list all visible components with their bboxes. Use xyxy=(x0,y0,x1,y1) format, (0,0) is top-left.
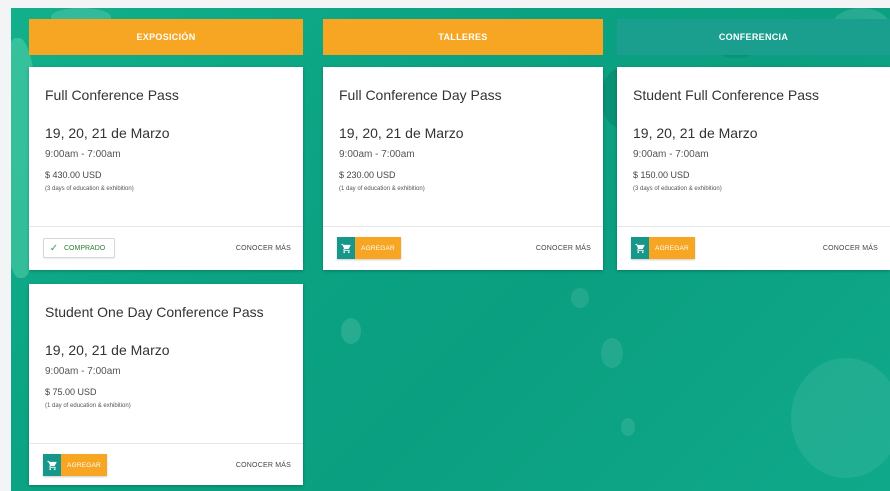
purchased-button[interactable]: ✓ COMPRADO xyxy=(43,238,115,258)
card-divider xyxy=(29,226,303,227)
card-note: (3 days of education & exhibition) xyxy=(45,186,134,192)
card-divider xyxy=(323,226,603,227)
card-date: 19, 20, 21 de Marzo xyxy=(339,125,464,141)
card-price: $ 75.00 USD xyxy=(45,387,97,397)
card-title: Full Conference Pass xyxy=(45,87,179,103)
card-price: $ 150.00 USD xyxy=(633,170,690,180)
add-to-cart-button[interactable]: AGREGAR xyxy=(337,237,401,259)
card-price: $ 230.00 USD xyxy=(339,170,396,180)
card-note: (3 days of education & exhibition) xyxy=(633,186,722,192)
shopping-cart-icon xyxy=(43,454,61,476)
card-time: 9:00am - 7:00am xyxy=(45,149,121,160)
ticket-card-student-full-conference-pass: Student Full Conference Pass 19, 20, 21 … xyxy=(617,67,890,270)
map-shape xyxy=(791,358,890,478)
add-label: AGREGAR xyxy=(61,454,107,476)
tab-exposicion[interactable]: EXPOSICIÓN xyxy=(29,19,303,55)
tab-talleres[interactable]: TALLERES xyxy=(323,19,603,55)
card-divider xyxy=(29,443,303,444)
card-date: 19, 20, 21 de Marzo xyxy=(45,125,170,141)
map-shape xyxy=(341,318,361,344)
learn-more-link[interactable]: CONOCER MÁS xyxy=(823,245,878,252)
add-to-cart-button[interactable]: AGREGAR xyxy=(43,454,107,476)
card-title: Student Full Conference Pass xyxy=(633,87,819,103)
shopping-cart-icon xyxy=(337,237,355,259)
card-note: (1 day of education & exhibition) xyxy=(339,186,425,192)
learn-more-link[interactable]: CONOCER MÁS xyxy=(236,462,291,469)
map-shape xyxy=(621,418,635,436)
shopping-cart-icon xyxy=(631,237,649,259)
tab-conferencia[interactable]: CONFERENCIA xyxy=(617,19,890,55)
add-label: AGREGAR xyxy=(355,237,401,259)
check-icon: ✓ xyxy=(49,242,59,254)
card-title: Student One Day Conference Pass xyxy=(45,304,264,320)
add-label: AGREGAR xyxy=(649,237,695,259)
card-time: 9:00am - 7:00am xyxy=(633,149,709,160)
card-date: 19, 20, 21 de Marzo xyxy=(633,125,758,141)
add-to-cart-button[interactable]: AGREGAR xyxy=(631,237,695,259)
map-shape xyxy=(601,338,623,368)
learn-more-link[interactable]: CONOCER MÁS xyxy=(236,245,291,252)
purchased-label: COMPRADO xyxy=(64,244,106,252)
card-divider xyxy=(617,226,890,227)
map-shape xyxy=(571,288,589,308)
ticket-card-full-conference-pass: Full Conference Pass 19, 20, 21 de Marzo… xyxy=(29,67,303,270)
ticket-card-student-one-day-conference-pass: Student One Day Conference Pass 19, 20, … xyxy=(29,284,303,485)
card-title: Full Conference Day Pass xyxy=(339,87,502,103)
learn-more-link[interactable]: CONOCER MÁS xyxy=(536,245,591,252)
ticket-card-full-conference-day-pass: Full Conference Day Pass 19, 20, 21 de M… xyxy=(323,67,603,270)
card-time: 9:00am - 7:00am xyxy=(45,366,121,377)
card-price: $ 430.00 USD xyxy=(45,170,102,180)
card-date: 19, 20, 21 de Marzo xyxy=(45,342,170,358)
card-note: (1 day of education & exhibition) xyxy=(45,403,131,409)
card-time: 9:00am - 7:00am xyxy=(339,149,415,160)
